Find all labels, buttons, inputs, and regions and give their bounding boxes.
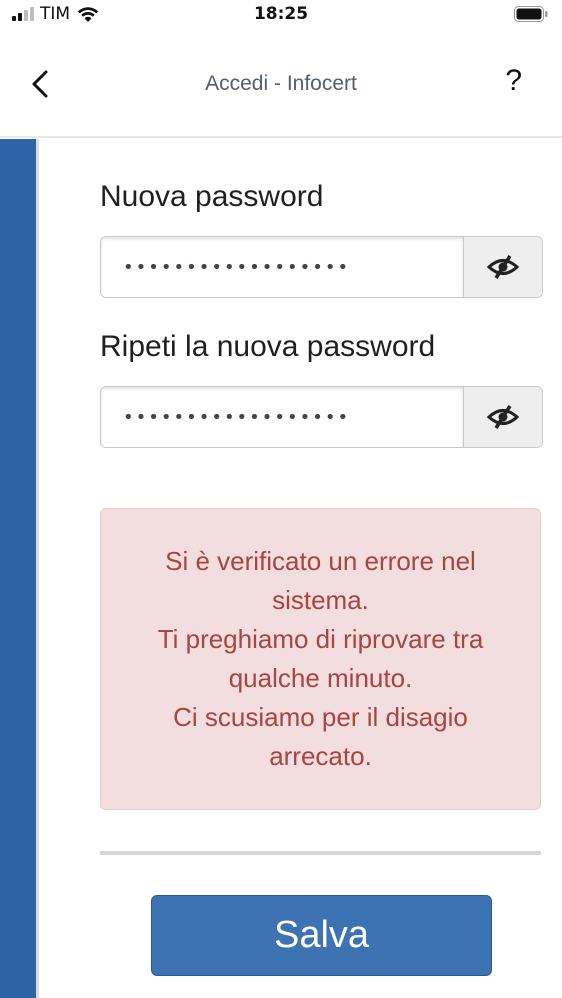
error-line: Ci scusiamo per il disagio <box>173 702 468 732</box>
clock: 18:25 <box>253 4 309 24</box>
error-line: arrecato. <box>269 741 372 771</box>
battery-icon <box>514 6 548 22</box>
form-divider <box>100 851 541 855</box>
error-message: Si è verificato un errore nel sistema. T… <box>138 542 504 776</box>
toggle-new-password-visibility-button[interactable] <box>463 237 542 297</box>
help-button[interactable]: ? <box>505 64 522 98</box>
eye-slash-icon <box>486 405 520 429</box>
new-password-input[interactable] <box>101 237 463 297</box>
error-line: Si è verificato un errore nel <box>165 546 476 576</box>
error-line: Ti preghiamo di riprovare tra <box>157 624 484 654</box>
error-line: qualche minuto. <box>228 663 413 693</box>
page-title: Accedi - Infocert <box>205 72 357 95</box>
error-alert: Si è verificato un errore nel sistema. T… <box>100 508 541 810</box>
status-bar: TIM 18:25 <box>0 0 562 30</box>
side-accent-edge <box>36 139 39 998</box>
repeat-password-field-group <box>100 386 543 448</box>
toggle-repeat-password-visibility-button[interactable] <box>463 387 542 447</box>
save-button[interactable]: Salva <box>151 895 492 976</box>
error-line: sistema. <box>272 585 369 615</box>
nav-header: Accedi - Infocert ? <box>0 50 562 120</box>
new-password-field-group <box>100 236 543 298</box>
header-divider <box>0 136 562 138</box>
new-password-label: Nuova password <box>100 180 324 213</box>
repeat-password-input[interactable] <box>101 387 463 447</box>
side-accent-bar <box>0 139 36 998</box>
eye-slash-icon <box>486 255 520 279</box>
repeat-password-label: Ripeti la nuova password <box>100 330 436 363</box>
